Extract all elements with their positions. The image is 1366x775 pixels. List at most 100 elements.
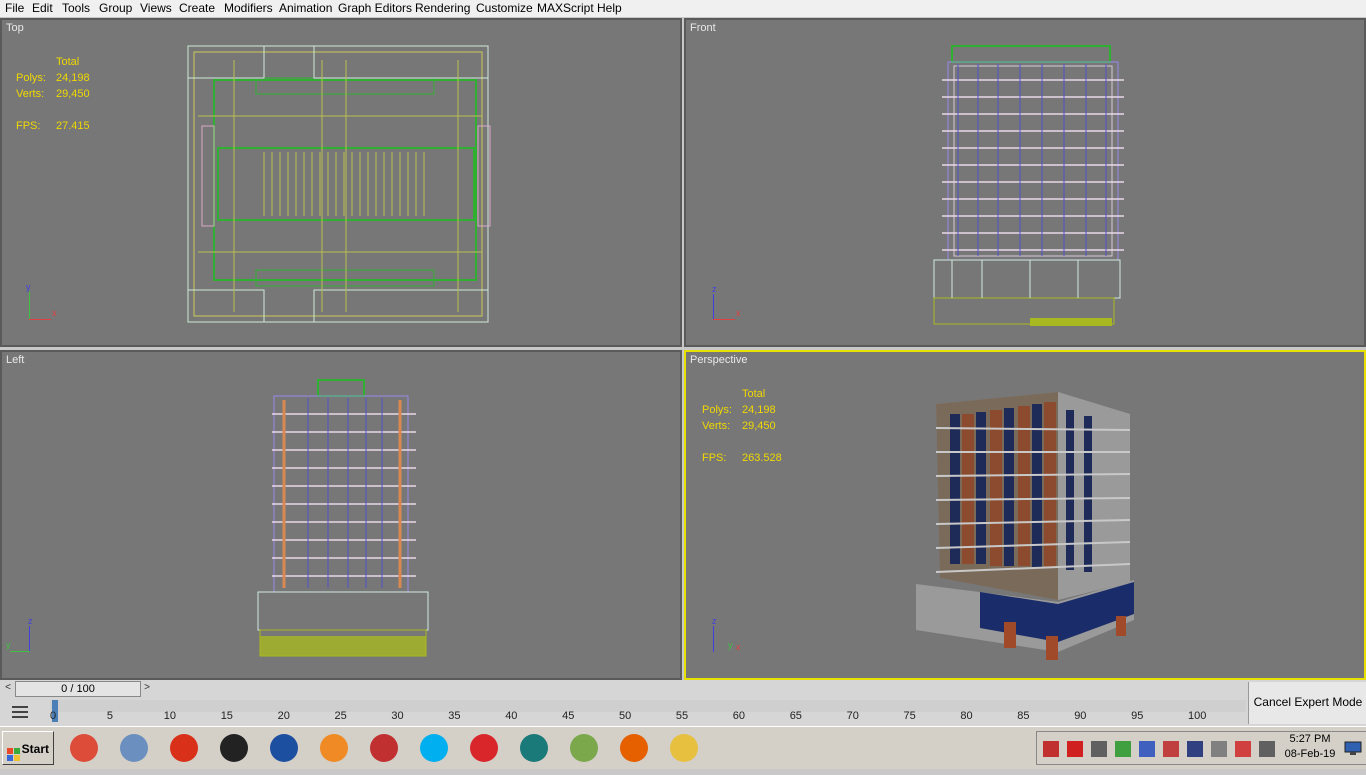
blender-icon <box>320 734 348 762</box>
menu-help[interactable]: Help <box>597 1 622 15</box>
notepad-icon <box>570 734 598 762</box>
start-button[interactable]: Start <box>2 731 54 765</box>
timeline-ruler: 0 5 10 15 20 25 30 35 40 45 50 55 60 65 70 75 80 85 90 95 10… <box>50 708 1206 726</box>
timeline-tick-label: 90 <box>1074 710 1087 722</box>
taskbar-app-button[interactable] <box>512 730 556 766</box>
axis-y-label: y <box>26 282 31 292</box>
time-slider-next-button[interactable]: > <box>141 681 153 695</box>
time-slider-prev-button[interactable]: < <box>2 681 14 695</box>
timeline-tick-label: 35 <box>448 710 461 722</box>
viewport-top[interactable]: Top Total Polys: 24,198 Verts: 29,450 FP… <box>0 18 682 347</box>
timeline-tick-label: 25 <box>334 710 347 722</box>
menu-maxscript[interactable]: MAXScript <box>537 1 594 15</box>
timeline-tick-label: 50 <box>619 710 632 722</box>
menu-tools[interactable]: Tools <box>62 1 90 15</box>
tray-acrobat-icon[interactable] <box>1067 741 1083 757</box>
timeline-tick-label: 10 <box>163 710 177 722</box>
front-elevation-wireframe <box>933 45 1124 326</box>
menu-bar: File Edit Tools Group Views Create Modif… <box>0 0 1366 17</box>
tray-flag-icon[interactable] <box>1235 741 1251 757</box>
viewport-perspective[interactable]: Perspective Total Polys: 24,198 Verts: 2… <box>684 350 1366 680</box>
tray-security-icon[interactable] <box>1115 741 1131 757</box>
timeline-tick-label: 20 <box>277 710 290 722</box>
axis-z-label: z <box>28 616 33 626</box>
axis-z-label: z <box>712 284 717 294</box>
clock-date: 08-Feb-19 <box>1284 748 1336 760</box>
taskbar-app-button[interactable] <box>612 730 656 766</box>
timeline-tick-label: 40 <box>505 710 518 722</box>
timeline-tick-label: 30 <box>391 710 404 722</box>
tray-display-icon[interactable] <box>1187 741 1203 757</box>
menu-group[interactable]: Group <box>99 1 132 15</box>
menu-edit[interactable]: Edit <box>32 1 53 15</box>
menu-customize[interactable]: Customize <box>476 1 533 15</box>
menu-modifiers[interactable]: Modifiers <box>224 1 273 15</box>
timeline-tick-label: 5 <box>106 710 114 722</box>
tray-speaker-icon[interactable] <box>1163 741 1179 757</box>
menu-animation[interactable]: Animation <box>279 1 332 15</box>
timeline-tick-label: 60 <box>732 710 746 722</box>
taskbar: Start 5:27 PM 08-Feb-19 <box>0 726 1366 769</box>
taskbar-app-button[interactable] <box>162 730 206 766</box>
taskbar-app-button[interactable] <box>262 730 306 766</box>
system-clock[interactable]: 5:27 PM 08-Feb-19 <box>1280 732 1340 762</box>
timeline-tick-label: 80 <box>960 710 973 722</box>
timeline-tick-label: 85 <box>1017 710 1030 722</box>
firefox-icon <box>620 734 648 762</box>
skype-icon <box>420 734 448 762</box>
menu-views[interactable]: Views <box>140 1 172 15</box>
cancel-expert-mode-button[interactable]: Cancel Expert Mode <box>1248 682 1366 724</box>
timeline-tick-label: 55 <box>675 710 689 722</box>
left-elevation-wireframe <box>257 379 429 657</box>
axis-z-label: z <box>712 616 717 626</box>
timeline-tick-label: 70 <box>846 710 859 722</box>
axis-x-label: x <box>52 308 57 318</box>
taskbar-app-button[interactable] <box>312 730 356 766</box>
inkscape-icon <box>220 734 248 762</box>
axis-x-label: x <box>736 308 741 318</box>
taskbar-app-button[interactable] <box>62 730 106 766</box>
viewport-front[interactable]: Front z x <box>684 18 1366 347</box>
timeline-tick-label: 45 <box>562 710 575 722</box>
tray-font-icon[interactable] <box>1139 741 1155 757</box>
timeline-tick-label: 65 <box>789 710 802 722</box>
taskbar-app-button[interactable] <box>412 730 456 766</box>
top-plan-wireframe <box>187 45 491 323</box>
taskbar-app-button[interactable] <box>212 730 256 766</box>
taskbar-app-button[interactable] <box>562 730 606 766</box>
3dsmax-icon <box>520 734 548 762</box>
sketchup-icon <box>470 734 498 762</box>
menu-graph-editors[interactable]: Graph Editors <box>338 1 412 15</box>
tray-chart-icon[interactable] <box>1043 741 1059 757</box>
file-explorer-icon <box>670 734 698 762</box>
clock-time: 5:27 PM <box>1289 733 1331 745</box>
timeline-tick-label: 15 <box>220 710 233 722</box>
axis-y-label: y <box>728 640 733 650</box>
control-panel-icon <box>120 734 148 762</box>
taskbar-app-button[interactable] <box>112 730 156 766</box>
tray-volume-icon[interactable] <box>1211 741 1227 757</box>
timeline-toggle-icon[interactable] <box>10 703 30 721</box>
windows-logo-icon <box>7 741 21 761</box>
taskbar-app-button[interactable] <box>462 730 506 766</box>
tray-battery-icon[interactable] <box>1259 741 1275 757</box>
timeline-tick-label: 100 <box>1188 710 1207 722</box>
taskbar-app-button[interactable] <box>362 730 406 766</box>
chrome-icon <box>70 734 98 762</box>
building-render <box>916 392 1134 660</box>
menu-file[interactable]: File <box>5 1 24 15</box>
axis-y-label: y <box>6 640 11 650</box>
globe-icon <box>270 734 298 762</box>
axis-x-label: x <box>736 642 741 652</box>
timeline-tick-label: 75 <box>903 710 916 722</box>
time-slider[interactable]: 0 / 100 <box>15 681 141 697</box>
menu-create[interactable]: Create <box>179 1 215 15</box>
tray-network-icon[interactable] <box>1091 741 1107 757</box>
viewport-left[interactable]: Left z y <box>0 350 682 680</box>
timeline-tick-label: 95 <box>1131 710 1144 722</box>
taskbar-app-button[interactable] <box>662 730 706 766</box>
menu-rendering[interactable]: Rendering <box>415 1 470 15</box>
show-desktop-icon[interactable] <box>1344 739 1362 757</box>
snipping-tool-icon <box>370 734 398 762</box>
start-label: Start <box>21 742 49 756</box>
